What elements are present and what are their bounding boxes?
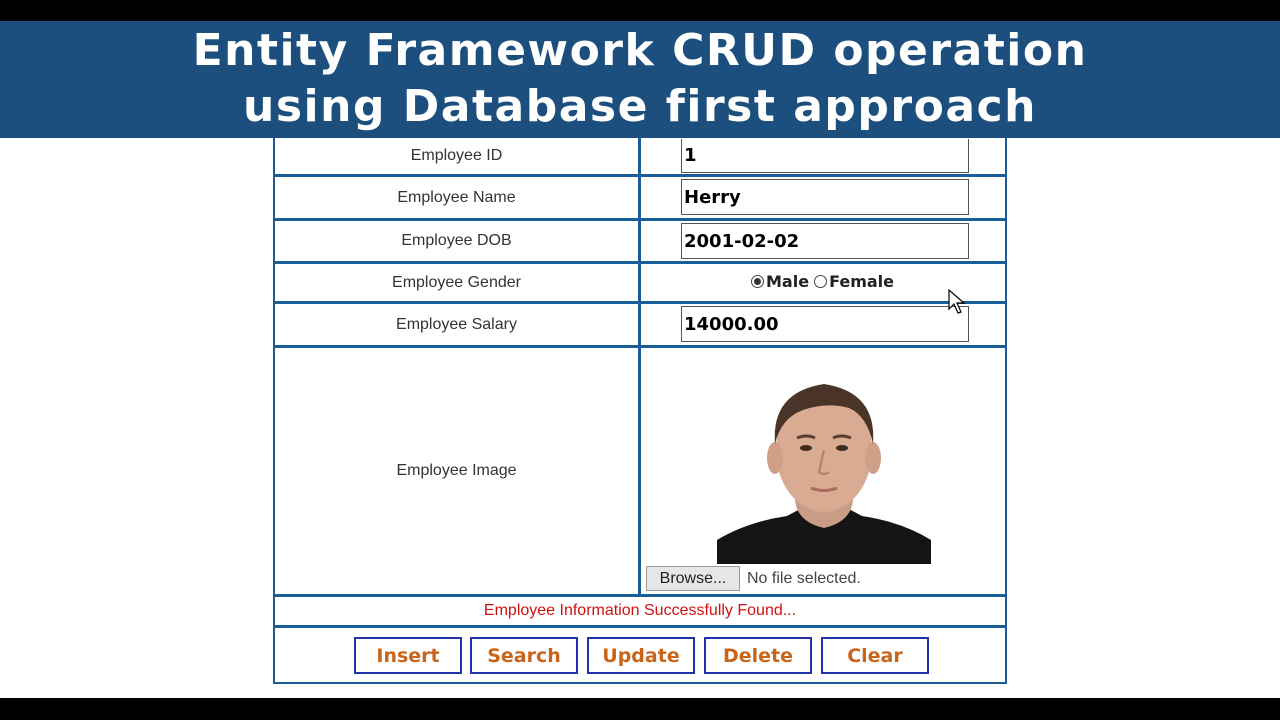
gender-female-radio[interactable] xyxy=(814,275,828,288)
row-employee-name: Employee Name xyxy=(275,177,1005,221)
employee-salary-label: Employee Salary xyxy=(275,304,641,345)
employee-dob-label: Employee DOB xyxy=(275,221,641,261)
status-message: Employee Information Successfully Found.… xyxy=(483,602,797,619)
delete-button[interactable]: Delete xyxy=(704,637,812,674)
employee-id-input[interactable] xyxy=(681,139,969,173)
gender-radio-group: Male Female xyxy=(751,272,894,291)
row-employee-salary: Employee Salary xyxy=(275,304,1005,348)
browse-button[interactable]: Browse... xyxy=(646,566,740,591)
title-banner: Entity Framework CRUD operation using Da… xyxy=(0,21,1280,138)
row-message: Employee Information Successfully Found.… xyxy=(275,597,1005,628)
employee-salary-input[interactable] xyxy=(681,306,969,342)
search-button[interactable]: Search xyxy=(470,637,578,674)
row-employee-image: Employee Image Browse... No file selecte… xyxy=(275,348,1005,597)
row-employee-id: Employee ID xyxy=(275,138,1005,177)
file-status-text: No file selected. xyxy=(747,570,861,587)
bottom-letterbox xyxy=(0,698,1280,720)
mouse-pointer-icon xyxy=(948,289,966,314)
gender-female-label[interactable]: Female xyxy=(829,272,894,291)
gender-male-label[interactable]: Male xyxy=(766,272,809,291)
action-buttons: Insert Search Update Delete Clear xyxy=(275,628,1005,684)
employee-photo xyxy=(717,372,931,564)
clear-button[interactable]: Clear xyxy=(821,637,929,674)
employee-form: Employee ID Employee Name Employee DOB E… xyxy=(273,138,1007,684)
banner-title-line2: using Database first approach xyxy=(243,81,1037,132)
row-employee-dob: Employee DOB xyxy=(275,221,1005,264)
employee-name-label: Employee Name xyxy=(275,177,641,218)
top-letterbox xyxy=(0,0,1280,21)
employee-dob-input[interactable] xyxy=(681,223,969,259)
banner-title-line1: Entity Framework CRUD operation xyxy=(192,25,1088,76)
gender-male-radio[interactable] xyxy=(751,275,764,288)
update-button[interactable]: Update xyxy=(587,637,695,674)
employee-gender-label: Employee Gender xyxy=(275,264,641,301)
employee-id-label: Employee ID xyxy=(275,138,641,174)
employee-name-input[interactable] xyxy=(681,179,969,215)
row-employee-gender: Employee Gender Male Female xyxy=(275,264,1005,304)
employee-image-label: Employee Image xyxy=(275,348,641,594)
insert-button[interactable]: Insert xyxy=(354,637,462,674)
